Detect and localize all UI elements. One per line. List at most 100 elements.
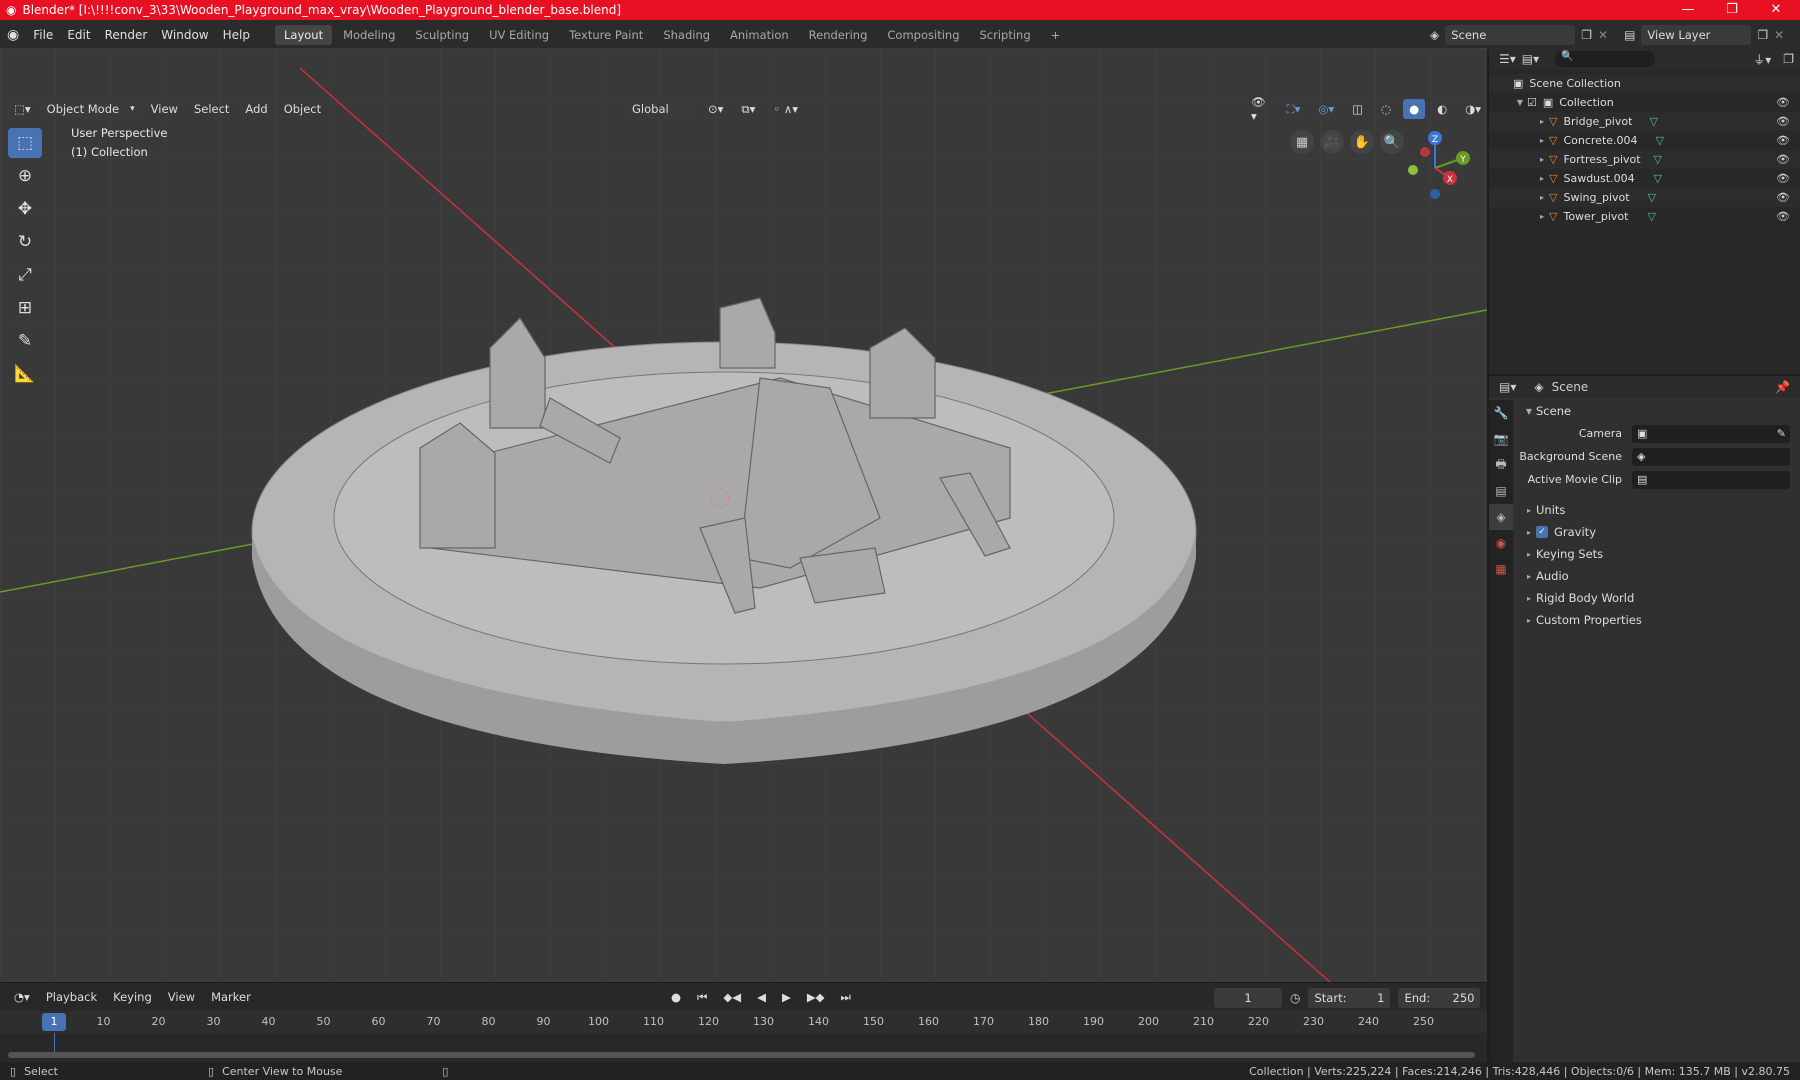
timeline-ruler[interactable]: 1 10 20 30 40 50 60 70 80 90 100 110 120 130 140 150 160… — [0, 1011, 1487, 1033]
tab-sculpting[interactable]: Sculpting — [406, 25, 478, 45]
proportional-edit-icon[interactable]: ◦ ∧▾ — [767, 99, 804, 119]
menu-add[interactable]: Add — [239, 99, 273, 119]
xray-icon[interactable]: ◫ — [1346, 99, 1369, 119]
expand-arrow-icon[interactable]: ▼ — [1513, 98, 1527, 107]
clock-icon[interactable]: ◷ — [1290, 991, 1300, 1005]
select-box-icon[interactable]: ⬚ — [8, 128, 42, 158]
close-icon[interactable]: ✕ — [1756, 0, 1796, 20]
expand-arrow-icon[interactable]: ▸ — [1535, 193, 1549, 202]
menu-timeline-view[interactable]: View — [162, 987, 201, 1007]
outliner-search-input[interactable]: 🔍 — [1555, 51, 1656, 67]
outliner-item[interactable]: ▸ ▽ Tower_pivot ▽ 👁 — [1489, 207, 1800, 226]
render-tab-icon[interactable]: 📷 — [1489, 426, 1513, 452]
pivot-point-icon[interactable]: ⊙▾ — [702, 99, 729, 119]
expand-arrow-icon[interactable]: ▸ — [1535, 174, 1549, 183]
menu-render[interactable]: Render — [98, 20, 155, 51]
output-tab-icon[interactable]: 🖶 — [1489, 452, 1513, 478]
transform-icon[interactable]: ⊞ — [8, 293, 42, 323]
rigid-body-world-panel-header[interactable]: ▸ Rigid Body World — [1514, 587, 1800, 609]
menu-window[interactable]: Window — [154, 20, 215, 51]
object-mode-dropdown[interactable]: Object Mode ▾ — [40, 99, 141, 119]
menu-playback[interactable]: Playback — [40, 987, 103, 1007]
scale-icon[interactable]: ⤢ — [8, 260, 42, 290]
gizmo-toggle-icon[interactable]: ⛶▾ — [1281, 99, 1307, 120]
eyedropper-icon[interactable]: ✎ — [1777, 427, 1786, 440]
tab-layout[interactable]: Layout — [274, 25, 333, 45]
menu-help[interactable]: Help — [216, 20, 257, 51]
outliner-item[interactable]: ▸ ▽ Sawdust.004 ▽ 👁 — [1489, 169, 1800, 188]
new-collection-icon[interactable]: ❐ — [1783, 52, 1794, 66]
play-icon[interactable]: ▶ — [776, 987, 797, 1008]
camera-field[interactable]: ▣ ✎ — [1632, 424, 1790, 443]
menu-keying[interactable]: Keying — [107, 987, 158, 1007]
snap-icon[interactable]: ⧉▾ — [735, 99, 761, 120]
view-layer-icon[interactable]: ▤ — [1624, 28, 1635, 42]
menu-object[interactable]: Object — [278, 99, 327, 119]
tab-modeling[interactable]: Modeling — [334, 25, 404, 45]
timeline-editor-icon[interactable]: ◔▾ — [8, 987, 36, 1007]
pan-hand-icon[interactable]: ✋ — [1350, 130, 1374, 154]
tab-scripting[interactable]: Scripting — [971, 25, 1040, 45]
outliner-editor-icon[interactable]: ☰▾ — [1499, 52, 1516, 66]
shading-rendered-icon[interactable]: ◑▾ — [1459, 99, 1487, 119]
tab-animation[interactable]: Animation — [721, 25, 798, 45]
tool-tab-icon[interactable]: 🔧 — [1489, 400, 1513, 426]
prev-keyframe-icon[interactable]: ◆◀ — [717, 987, 747, 1008]
blender-menu-icon[interactable]: ◉ — [0, 20, 26, 51]
shading-material-icon[interactable]: ◐ — [1431, 99, 1453, 119]
menu-marker[interactable]: Marker — [205, 987, 257, 1007]
menu-edit[interactable]: Edit — [60, 20, 97, 51]
jump-start-icon[interactable]: ⏮ — [691, 987, 713, 1008]
expand-arrow-icon[interactable]: ▸ — [1535, 117, 1549, 126]
expand-arrow-icon[interactable]: ▸ — [1535, 136, 1549, 145]
end-frame-field[interactable]: End: 250 — [1398, 988, 1481, 1008]
tab-texture-paint[interactable]: Texture Paint — [560, 25, 652, 45]
tab-rendering[interactable]: Rendering — [800, 25, 877, 45]
tab-shading[interactable]: Shading — [654, 25, 719, 45]
camera-icon[interactable]: 🎥 — [1320, 130, 1344, 154]
texture-tab-icon[interactable]: ▦ — [1489, 556, 1513, 582]
view-layer-new-icon[interactable]: ❐ — [1757, 28, 1768, 42]
keying-sets-panel-header[interactable]: ▸ Keying Sets — [1514, 543, 1800, 565]
eye-icon[interactable]: 👁 — [1776, 210, 1790, 223]
timeline-scrollbar[interactable] — [8, 1052, 1475, 1058]
shading-wireframe-icon[interactable]: ◌ — [1375, 99, 1397, 119]
expand-arrow-icon[interactable]: ▸ — [1535, 155, 1549, 164]
3d-viewport[interactable]: ⬚▾ Object Mode ▾ View Select Add Object G… — [0, 48, 1487, 982]
outliner-item[interactable]: ▸ ▽ Fortress_pivot ▽ 👁 — [1489, 150, 1800, 169]
units-panel-header[interactable]: ▸ Units — [1514, 499, 1800, 521]
axis-gizmo[interactable]: Z Y X — [1395, 128, 1475, 208]
expand-arrow-icon[interactable]: ▸ — [1535, 212, 1549, 221]
gizmo-neg-z-icon[interactable] — [1430, 189, 1440, 199]
tab-uv-editing[interactable]: UV Editing — [480, 25, 558, 45]
menu-select[interactable]: Select — [188, 99, 235, 119]
world-tab-icon[interactable]: ◉ — [1489, 530, 1513, 556]
scene-selector-icon[interactable]: ◈ — [1430, 28, 1439, 42]
overlay-toggle-icon[interactable]: ◎▾ — [1312, 99, 1340, 119]
scene-selector[interactable]: Scene — [1445, 25, 1576, 45]
scene-panel-header[interactable]: ▼ Scene — [1514, 400, 1800, 422]
minimize-icon[interactable]: — — [1668, 0, 1708, 20]
eye-icon[interactable]: 👁 — [1776, 115, 1790, 128]
audio-panel-header[interactable]: ▸ Audio — [1514, 565, 1800, 587]
scene-collection-row[interactable]: ▣ Scene Collection — [1489, 74, 1800, 93]
view-layer-tab-icon[interactable]: ▤ — [1489, 478, 1513, 504]
active-movie-clip-field[interactable]: ▤ — [1632, 470, 1790, 489]
rotate-icon[interactable]: ↻ — [8, 227, 42, 257]
current-frame-field[interactable]: 1 — [1214, 988, 1282, 1008]
menu-view[interactable]: View — [145, 99, 184, 119]
custom-properties-panel-header[interactable]: ▸ Custom Properties — [1514, 609, 1800, 631]
scene-tab-icon[interactable]: ◈ — [1489, 504, 1513, 530]
checkbox-icon[interactable]: ☑ — [1527, 96, 1537, 109]
view-layer-selector[interactable]: View Layer — [1641, 25, 1752, 45]
outliner-item[interactable]: ▸ ▽ Bridge_pivot ▽ 👁 — [1489, 112, 1800, 131]
gizmo-neg-y-icon[interactable] — [1408, 165, 1418, 175]
pin-icon[interactable]: 📌 — [1775, 380, 1790, 394]
gizmo-neg-x-icon[interactable] — [1420, 147, 1430, 157]
start-frame-field[interactable]: Start: 1 — [1308, 988, 1391, 1008]
add-workspace-icon[interactable]: + — [1042, 25, 1070, 45]
eye-icon[interactable]: 👁 — [1776, 172, 1790, 185]
gravity-checkbox[interactable]: ✓ — [1536, 526, 1548, 538]
play-reverse-icon[interactable]: ◀ — [751, 987, 772, 1008]
next-keyframe-icon[interactable]: ▶◆ — [801, 987, 831, 1008]
